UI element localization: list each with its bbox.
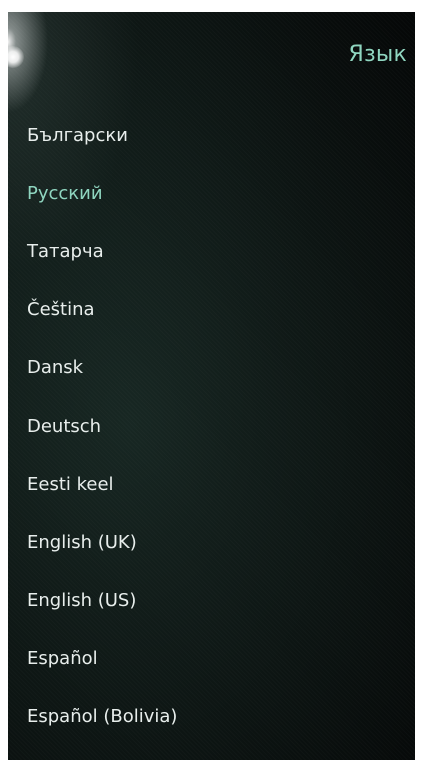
language-item-estonian[interactable]: Eesti keel bbox=[8, 455, 415, 513]
language-label: Deutsch bbox=[27, 415, 102, 437]
language-label: Čeština bbox=[27, 299, 95, 321]
language-item-tatar[interactable]: Татарча bbox=[8, 222, 415, 280]
language-label: Русский bbox=[27, 182, 103, 204]
language-item-english-uk[interactable]: English (UK) bbox=[8, 513, 415, 571]
language-label: Español (Bolivia) bbox=[27, 706, 178, 728]
language-label: Dansk bbox=[27, 357, 84, 379]
language-item-spanish[interactable]: Español bbox=[8, 630, 415, 688]
language-label: Español bbox=[27, 648, 98, 670]
language-label: Български bbox=[27, 124, 128, 146]
page-title: Язык bbox=[348, 42, 407, 67]
language-item-english-us[interactable]: English (US) bbox=[8, 572, 415, 630]
language-item-czech[interactable]: Čeština bbox=[8, 281, 415, 339]
language-item-danish[interactable]: Dansk bbox=[8, 339, 415, 397]
language-label: Eesti keel bbox=[27, 473, 114, 495]
language-label: Татарча bbox=[27, 240, 104, 262]
language-list[interactable]: Български Русский Татарча Čeština Dansk … bbox=[8, 106, 415, 746]
language-item-german[interactable]: Deutsch bbox=[8, 397, 415, 455]
language-picker-page: Язык Български Русский Татарча Čeština D… bbox=[8, 12, 415, 760]
language-item-bulgarian[interactable]: Български bbox=[8, 106, 415, 164]
pulley-menu-indicator bbox=[8, 46, 24, 68]
language-label: English (UK) bbox=[27, 531, 137, 553]
language-label: English (US) bbox=[27, 590, 137, 612]
language-item-spanish-bolivia[interactable]: Español (Bolivia) bbox=[8, 688, 415, 746]
language-item-russian[interactable]: Русский bbox=[8, 164, 415, 222]
